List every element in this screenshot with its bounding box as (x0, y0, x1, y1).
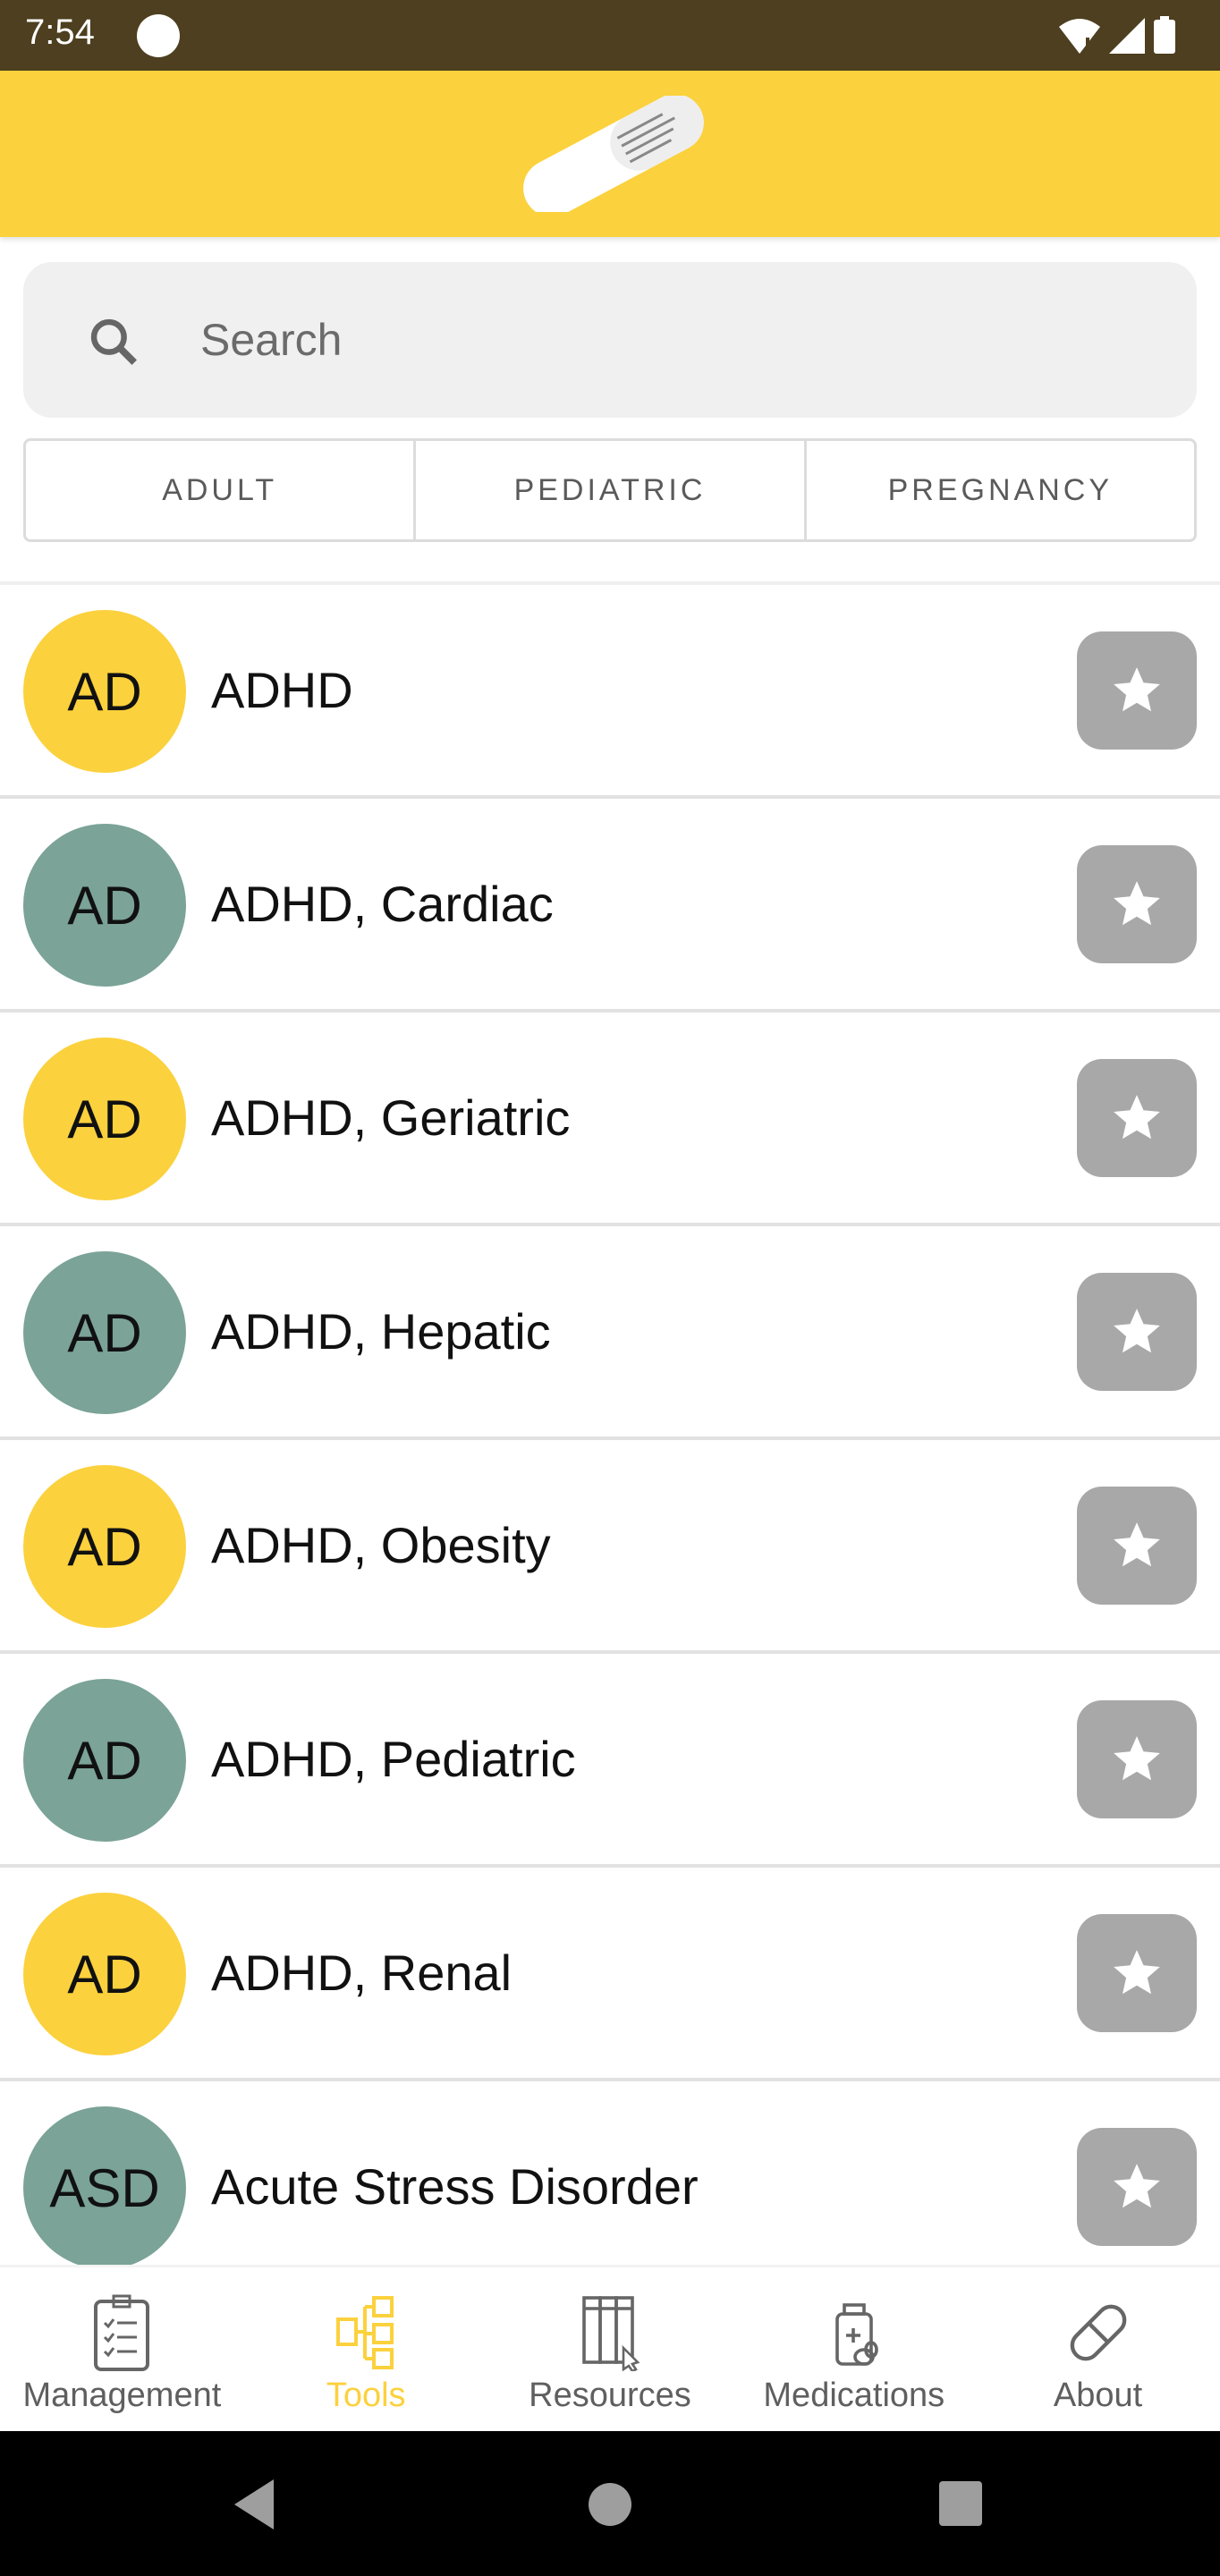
battery-icon (1154, 16, 1175, 54)
status-icons (1059, 16, 1175, 54)
home-icon[interactable] (588, 2479, 632, 2529)
list-item-label: ADHD (211, 662, 353, 718)
nav-label: Resources (529, 2377, 691, 2414)
avatar: AD (23, 1893, 186, 2055)
list-item[interactable]: AD ADHD, Obesity (0, 1440, 1220, 1654)
search-bar[interactable] (23, 262, 1197, 418)
filter-pregnancy-button[interactable]: PREGNANCY (807, 441, 1194, 539)
filter-pediatric-button[interactable]: PEDIATRIC (416, 441, 807, 539)
list-item[interactable]: AD ADHD (0, 585, 1220, 799)
clipboard-checklist-icon (94, 2294, 150, 2371)
search-input[interactable] (200, 298, 1140, 382)
notification-dot-icon (137, 14, 180, 57)
list-item[interactable]: AD ADHD, Renal (0, 1868, 1220, 2081)
list-item[interactable]: AD ADHD, Hepatic (0, 1226, 1220, 1440)
books-icon (582, 2296, 640, 2371)
list-item[interactable]: AD ADHD, Cardiac (0, 799, 1220, 1013)
list-item[interactable]: ASD Acute Stress Disorder (0, 2081, 1220, 2265)
favorite-button[interactable] (1077, 1487, 1197, 1605)
pill-icon (1070, 2304, 1126, 2361)
star-icon (1114, 1950, 1160, 1995)
recents-icon[interactable] (937, 2479, 984, 2529)
list-item[interactable]: AD ADHD, Geriatric (0, 1013, 1220, 1226)
signal-icon (1109, 18, 1145, 54)
list-item[interactable]: AD ADHD, Pediatric (0, 1654, 1220, 1868)
nav-about[interactable]: About (976, 2267, 1220, 2431)
nav-tools[interactable]: Tools (244, 2267, 488, 2431)
avatar: ASD (23, 2106, 186, 2265)
favorite-button[interactable] (1077, 2128, 1197, 2246)
status-time: 7:54 (25, 13, 95, 52)
nav-label: Medications (763, 2377, 945, 2414)
favorite-button[interactable] (1077, 631, 1197, 750)
avatar: AD (23, 1465, 186, 1628)
favorite-button[interactable] (1077, 1914, 1197, 2032)
star-icon (1114, 667, 1160, 712)
nav-management[interactable]: Management (0, 2267, 244, 2431)
list-item-label: ADHD, Geriatric (211, 1089, 571, 1146)
nav-resources[interactable]: Resources (488, 2267, 733, 2431)
avatar: AD (23, 1251, 186, 1414)
medicine-bottle-icon (835, 2303, 878, 2366)
bottom-navigation: Management Tools Resources Medications A… (0, 2265, 1220, 2431)
pill-capsule-logo (523, 96, 704, 212)
favorite-button[interactable] (1077, 1059, 1197, 1177)
wifi-icon (1059, 19, 1100, 54)
list-item-label: ADHD, Hepatic (211, 1303, 551, 1360)
star-icon (1114, 881, 1160, 926)
nav-label: Management (22, 2377, 222, 2414)
avatar: AD (23, 1679, 186, 1842)
list-item-label: ADHD, Renal (211, 1945, 513, 2001)
back-icon[interactable] (233, 2479, 277, 2529)
condition-list: AD ADHD AD ADHD, Cardiac AD ADHD, Geriatric AD… (0, 585, 1220, 2265)
list-item-label: ADHD, Cardiac (211, 876, 554, 932)
star-icon (1114, 1736, 1160, 1781)
filter-adult-button[interactable]: ADULT (26, 441, 417, 539)
avatar: AD (23, 610, 186, 773)
favorite-button[interactable] (1077, 1700, 1197, 1818)
star-icon (1114, 2164, 1160, 2208)
nav-label: About (1053, 2377, 1143, 2414)
star-icon (1114, 1095, 1160, 1140)
favorite-button[interactable] (1077, 1273, 1197, 1391)
system-navigation-bar (0, 2431, 1220, 2576)
avatar: AD (23, 824, 186, 987)
list-item-label: ADHD, Obesity (211, 1517, 551, 1573)
nav-label: Tools (326, 2377, 406, 2414)
star-icon (1114, 1522, 1160, 1567)
list-item-label: Acute Stress Disorder (211, 2158, 699, 2215)
favorite-button[interactable] (1077, 845, 1197, 963)
search-icon (90, 318, 137, 365)
status-bar: 7:54 (0, 0, 1220, 71)
star-icon (1114, 1309, 1160, 1353)
avatar: AD (23, 1038, 186, 1200)
flowchart-icon (336, 2296, 394, 2369)
list-item-label: ADHD, Pediatric (211, 1731, 576, 1787)
nav-medications[interactable]: Medications (732, 2267, 976, 2431)
app-header (0, 71, 1220, 237)
population-filter: ADULT PEDIATRIC PREGNANCY (23, 438, 1197, 542)
